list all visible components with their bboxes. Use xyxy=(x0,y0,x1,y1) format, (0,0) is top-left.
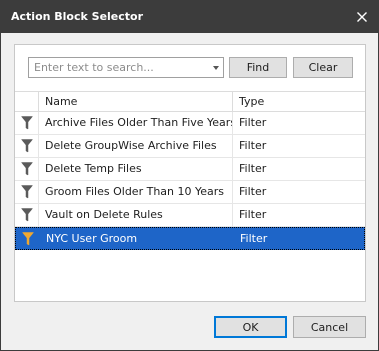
dialog-window: Action Block Selector Find Clear Name Ty… xyxy=(0,0,379,351)
funnel-icon xyxy=(20,208,33,222)
close-icon xyxy=(357,12,367,22)
funnel-icon xyxy=(20,162,33,176)
ok-button[interactable]: OK xyxy=(214,316,287,338)
row-name: Groom Files Older Than 10 Years xyxy=(39,181,233,203)
row-type: Filter xyxy=(239,185,267,198)
row-icon-cell xyxy=(16,228,40,250)
row-type: Filter xyxy=(239,139,267,152)
table-header: Name Type xyxy=(15,92,365,112)
row-type: Filter xyxy=(240,232,268,245)
row-type: Filter xyxy=(239,116,267,129)
row-name: Archive Files Older Than Five Years xyxy=(39,112,233,134)
row-icon-cell xyxy=(15,135,39,157)
dialog-title: Action Block Selector xyxy=(11,10,144,23)
find-button[interactable]: Find xyxy=(229,57,287,78)
row-icon-cell xyxy=(15,158,39,180)
row-type: Filter xyxy=(239,208,267,221)
row-name: Delete Temp Files xyxy=(39,158,233,180)
action-block-table: Name Type Archive Files Older Than Five … xyxy=(15,91,365,301)
funnel-icon xyxy=(20,185,33,199)
search-input[interactable] xyxy=(29,58,205,77)
funnel-icon xyxy=(20,139,33,153)
selector-panel: Find Clear Name Type Archive Files Older… xyxy=(14,44,366,302)
column-header-type[interactable]: Type xyxy=(233,92,365,112)
table-row[interactable]: Groom Files Older Than 10 Years Filter xyxy=(15,181,365,204)
close-button[interactable] xyxy=(346,1,378,33)
funnel-icon xyxy=(21,232,34,246)
row-name: NYC User Groom xyxy=(46,232,138,245)
cancel-button[interactable]: Cancel xyxy=(293,316,366,338)
search-combobox[interactable] xyxy=(28,57,224,78)
row-type: Filter xyxy=(239,162,267,175)
row-icon-cell xyxy=(15,112,39,134)
row-name: Vault on Delete Rules xyxy=(39,204,233,226)
table-row[interactable]: NYC User Groom Filter xyxy=(15,227,365,250)
table-row[interactable]: Archive Files Older Than Five Years Filte… xyxy=(15,112,365,135)
table-row[interactable]: Vault on Delete Rules Filter xyxy=(15,204,365,227)
title-bar[interactable]: Action Block Selector xyxy=(1,1,378,33)
row-icon-cell xyxy=(15,181,39,203)
row-name: Delete GroupWise Archive Files xyxy=(39,135,233,157)
dialog-content: Find Clear Name Type Archive Files Older… xyxy=(1,33,378,350)
column-header-icon[interactable] xyxy=(15,92,39,112)
table-row[interactable]: Delete Temp Files Filter xyxy=(15,158,365,181)
clear-button[interactable]: Clear xyxy=(293,57,353,78)
column-header-name[interactable]: Name xyxy=(39,92,233,112)
table-row[interactable]: Delete GroupWise Archive Files Filter xyxy=(15,135,365,158)
chevron-down-icon[interactable] xyxy=(213,66,219,70)
funnel-icon xyxy=(20,116,33,130)
row-icon-cell xyxy=(15,204,39,226)
